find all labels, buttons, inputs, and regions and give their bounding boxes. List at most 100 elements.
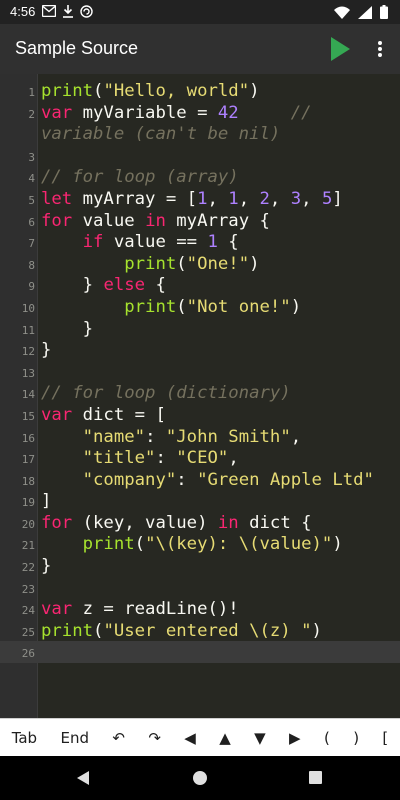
code-token: "CEO" <box>176 448 229 469</box>
code-token: value <box>72 210 146 231</box>
line-code: for (key, value) in dict { <box>41 513 312 533</box>
redo-key[interactable]: ↷ <box>137 729 173 747</box>
code-token: : <box>155 448 177 469</box>
code-token: print <box>41 620 94 641</box>
undo-key[interactable]: ↶ <box>101 729 137 747</box>
code-token: "Not one!" <box>186 296 291 317</box>
code-line[interactable]: 2 var myVariable = 42 // <box>0 102 400 124</box>
line-number: 24 <box>21 604 35 618</box>
code-line[interactable]: 15 var dict = [ <box>0 404 400 426</box>
line-code: var myVariable = 42 // <box>41 103 312 123</box>
code-line[interactable]: 19] <box>0 490 400 512</box>
code-line[interactable]: 7 if value == 1 { <box>0 231 400 253</box>
line-code: var dict = [ <box>41 405 166 425</box>
code-token: , <box>290 426 302 447</box>
code-line[interactable]: 22} <box>0 555 400 577</box>
code-line[interactable]: 13 <box>0 361 400 383</box>
code-line[interactable]: 25 print("User entered \(z) ") <box>0 620 400 642</box>
code-token: ) <box>311 620 322 641</box>
code-token: "title" <box>82 448 156 469</box>
line-code: print("Hello, world") <box>41 81 260 101</box>
code-line[interactable]: 20 for (key, value) in dict { <box>0 512 400 534</box>
overflow-menu-button[interactable] <box>372 38 388 60</box>
code-line[interactable]: 5 let myArray = [1, 1, 2, 3, 5] <box>0 188 400 210</box>
code-token: 1 <box>207 232 218 253</box>
code-token: ) <box>332 534 343 555</box>
code-line[interactable]: 1 print("Hello, world") <box>0 80 400 102</box>
back-button[interactable] <box>76 770 90 790</box>
code-lines[interactable]: 1 print("Hello, world") 2 var myVariable = … <box>0 80 400 664</box>
line-number: 1 <box>28 86 35 99</box>
code-line[interactable]: 3 <box>0 145 400 167</box>
line-number: 6 <box>28 215 35 229</box>
code-token: { <box>217 232 239 253</box>
code-token: 1 <box>197 188 208 209</box>
app-title: Sample Source <box>15 38 139 58</box>
code-token: } <box>41 275 104 296</box>
code-token: "Green Apple Ltd" <box>197 469 374 490</box>
end-key[interactable]: End <box>49 729 101 747</box>
close-paren-key[interactable]: ) <box>342 729 371 747</box>
code-line[interactable]: 4 // for loop (array) <box>0 166 400 188</box>
cursor-right-key[interactable]: ▶ <box>277 729 312 747</box>
cursor-left-key[interactable]: ◀ <box>173 729 208 747</box>
run-button[interactable] <box>328 36 352 62</box>
code-line[interactable]: 21 print("\(key): \(value)") <box>0 533 400 555</box>
code-line[interactable]: 23 <box>0 577 400 599</box>
code-token: , <box>238 188 260 209</box>
code-line[interactable]: variable (can't be nil) <box>0 123 400 145</box>
home-icon[interactable] <box>193 771 207 785</box>
line-number: 21 <box>21 539 35 553</box>
code-line[interactable]: 6 for value in myArray { <box>0 210 400 232</box>
app-bar: Sample Source <box>0 24 400 74</box>
line-code: // for loop (dictionary) <box>41 383 291 403</box>
line-code: } <box>41 556 51 576</box>
code-line[interactable]: 11 } <box>0 318 400 340</box>
code-editor[interactable]: 1 print("Hello, world") 2 var myVariable = … <box>0 74 400 718</box>
code-token: { <box>145 275 166 296</box>
code-line[interactable]: 26 <box>0 641 400 664</box>
code-token: 3 <box>290 188 302 209</box>
code-token: (key, value) <box>72 512 218 533</box>
line-number: 9 <box>28 280 35 294</box>
code-line[interactable]: 14 // for loop (dictionary) <box>0 382 400 404</box>
code-token: 5 <box>321 188 333 209</box>
code-token: ( <box>93 81 104 101</box>
code-line[interactable]: 16 "name": "John Smith", <box>0 426 400 448</box>
code-token: ] <box>41 491 52 512</box>
code-token: ( <box>134 534 146 555</box>
line-number: 26 <box>21 647 35 661</box>
code-line[interactable]: 24 var z = readLine()! <box>0 598 400 620</box>
open-paren-key[interactable]: ( <box>312 729 341 747</box>
code-token: var <box>41 102 73 123</box>
cursor-down-key[interactable]: ▼ <box>242 729 277 747</box>
code-line[interactable]: 12} <box>0 339 400 361</box>
code-token: var <box>41 599 73 620</box>
line-code: print("\(key): \(value)") <box>41 534 343 554</box>
code-token: 42 <box>217 102 239 123</box>
code-line[interactable]: 8 print("One!") <box>0 253 400 275</box>
code-line[interactable]: 17 "title": "CEO", <box>0 447 400 469</box>
line-code: "company": "Green Apple Ltd" <box>41 470 374 490</box>
code-token: "John Smith" <box>165 426 291 447</box>
code-token: variable (can't be nil) <box>41 124 281 145</box>
line-number: 2 <box>28 107 35 121</box>
tab-key[interactable]: Tab <box>0 729 49 747</box>
code-token: "\(key): \(value)" <box>145 534 333 555</box>
code-line[interactable]: 10 print("Not one!") <box>0 296 400 318</box>
open-bracket-key[interactable]: [ <box>371 729 400 747</box>
line-code: print("Not one!") <box>41 297 301 317</box>
code-line[interactable]: 9 } else { <box>0 274 400 296</box>
cursor-up-key[interactable]: ▲ <box>208 729 243 747</box>
recents-icon[interactable] <box>309 771 322 784</box>
code-token: ] <box>332 188 343 209</box>
code-line[interactable]: 18 "company": "Green Apple Ltd" <box>0 469 400 491</box>
code-token: : <box>176 469 198 490</box>
line-code: for value in myArray { <box>41 211 270 231</box>
